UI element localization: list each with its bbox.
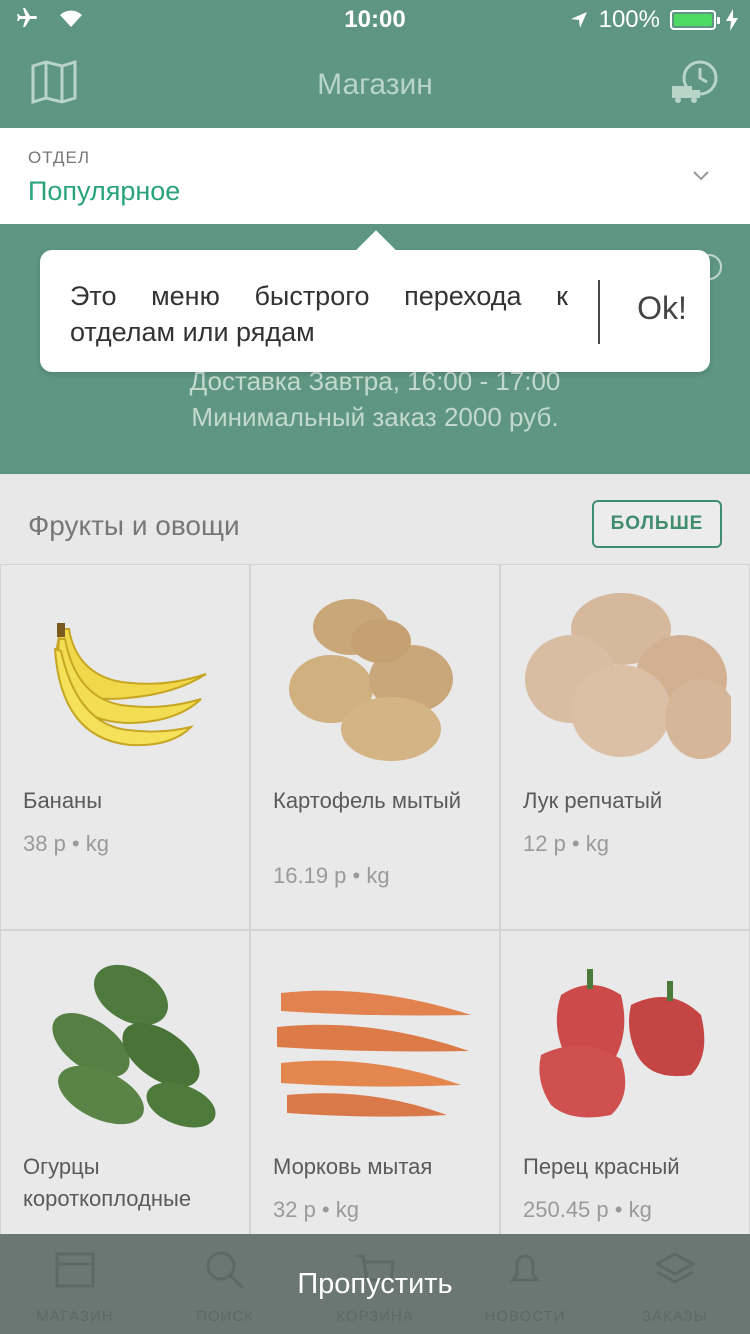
- ok-button[interactable]: Ok!: [614, 290, 710, 327]
- potato-image: [289, 599, 453, 761]
- product-card[interactable]: Картофель мытый 16.19 р • kg: [250, 564, 500, 930]
- department-value: Популярное: [28, 176, 181, 206]
- status-right: 100%: [569, 6, 738, 34]
- cucumber-image: [52, 964, 216, 1128]
- product-price: 32 р • kg: [273, 1197, 359, 1222]
- pepper-image: [539, 969, 705, 1118]
- product-card[interactable]: Лук репчатый 12 р • kg: [500, 564, 750, 930]
- product-name: Морковь мытая: [273, 1154, 433, 1179]
- carrot-image: [277, 990, 471, 1117]
- product-card[interactable]: Бананы 38 р • kg: [0, 564, 250, 930]
- more-button[interactable]: БОЛЬШЕ: [592, 500, 722, 548]
- category-header: Фрукты и овощи БОЛЬШЕ: [0, 474, 750, 564]
- product-name: Бананы: [23, 788, 103, 813]
- tooltip-divider: [598, 280, 600, 344]
- department-selector[interactable]: ОТДЕЛ Популярное: [0, 128, 750, 224]
- page-title: Магазин: [317, 68, 433, 101]
- minimum-order-text: Минимальный заказ 2000 руб.: [191, 402, 559, 432]
- charging-icon: [726, 9, 738, 31]
- product-name: Перец красный: [523, 1154, 680, 1179]
- battery-percent: 100%: [598, 6, 660, 33]
- status-bar: 10:00 100%: [0, 0, 750, 40]
- tooltip-text: Это меню быстрого перехода к отделам или…: [70, 281, 568, 347]
- department-label: ОТДЕЛ: [28, 148, 91, 167]
- onion-image: [525, 593, 731, 759]
- delivery-history-icon[interactable]: [670, 58, 720, 106]
- skip-button[interactable]: Пропустить: [0, 1234, 750, 1334]
- battery-icon: [670, 10, 720, 30]
- product-price: 12 р • kg: [523, 831, 609, 856]
- navigation-bar: Магазин: [0, 40, 750, 128]
- location-arrow-icon: [570, 12, 587, 28]
- onboarding-tooltip: Это меню быстрого перехода к отделам или…: [40, 230, 710, 372]
- product-name: Картофель мытый: [273, 788, 461, 813]
- product-price: 16.19 р • kg: [273, 863, 390, 888]
- product-grid: Бананы 38 р • kg Картофель мытый 16.19 р…: [0, 564, 750, 1296]
- product-name: Огурцы короткоплодные: [23, 1154, 192, 1211]
- banana-image: [53, 623, 207, 747]
- category-title: Фрукты и овощи: [28, 510, 240, 541]
- chevron-down-icon: [693, 171, 709, 181]
- product-name: Лук репчатый: [523, 788, 663, 813]
- product-price: 38 р • kg: [23, 831, 109, 856]
- product-price: 250.45 р • kg: [523, 1197, 652, 1222]
